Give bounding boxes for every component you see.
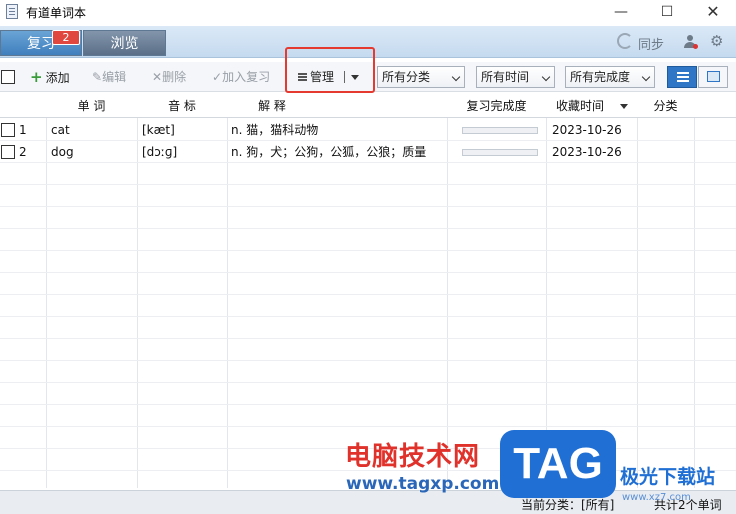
window-title: 有道单词本	[26, 6, 87, 20]
phonetic-cell: [dɔːɡ]	[142, 145, 178, 159]
notification-dot	[693, 44, 698, 49]
card-view-icon	[707, 71, 720, 82]
list-view-icon-line	[677, 80, 689, 82]
watermark-site-name: 电脑技术网	[345, 442, 481, 472]
row-divider	[0, 338, 736, 339]
plus-icon: +	[30, 68, 43, 86]
row-divider	[0, 382, 736, 383]
notebook-icon	[6, 4, 18, 19]
add-review-label: 加入复习	[222, 70, 271, 84]
close-button[interactable]: ✕	[690, 0, 736, 24]
card-view-toggle[interactable]	[698, 66, 728, 88]
review-progress-bar	[462, 149, 538, 156]
list-view-toggle[interactable]	[667, 66, 697, 88]
definition-cell: n. 狗，犬；公狗，公狐，公狼；质量	[231, 145, 427, 159]
time-filter-select[interactable]: 所有时间	[476, 66, 555, 88]
row-divider	[0, 206, 736, 207]
current-category-status: 当前分类：[所有]	[521, 498, 615, 512]
sync-button[interactable]: 同步	[638, 34, 664, 53]
table-row[interactable]: 2 dog [dɔːɡ] n. 狗，犬；公狗，公狐，公狼；质量 2023-10-…	[0, 141, 736, 163]
word-cell: cat	[51, 123, 70, 137]
date-cell: 2023-10-26	[552, 123, 622, 137]
phonetic-cell: [kæt]	[142, 123, 175, 137]
check-icon: ✓	[212, 70, 223, 84]
add-review-button[interactable]: ✓加入复习	[212, 69, 270, 85]
watermark-brand-url: www.xz7.com	[622, 492, 691, 503]
watermark-logo: TAG	[500, 430, 616, 498]
column-header-category[interactable]: 分类	[637, 95, 694, 118]
category-filter-select[interactable]: 所有分类	[377, 66, 465, 88]
edit-button[interactable]: ✎编辑	[92, 69, 126, 85]
minimize-button[interactable]: —	[598, 0, 644, 24]
watermark-brand: 极光下载站	[620, 466, 716, 488]
watermark-logo-text: TAG	[513, 439, 603, 488]
row-divider	[0, 294, 736, 295]
highlight-annotation	[285, 47, 375, 93]
table-header: 单 词 音 标 解 释 复习完成度 收藏时间 分类	[0, 95, 736, 118]
row-divider	[0, 272, 736, 273]
delete-label: 删除	[162, 70, 187, 84]
completion-filter-select[interactable]: 所有完成度	[565, 66, 655, 88]
row-divider	[0, 426, 736, 427]
add-label: 添加	[45, 71, 70, 85]
tab-browse[interactable]: 浏览	[83, 30, 166, 56]
review-progress-bar	[462, 127, 538, 134]
row-checkbox[interactable]	[1, 145, 15, 159]
word-table: 单 词 音 标 解 释 复习完成度 收藏时间 分类 1 cat [kæt] n.…	[0, 95, 736, 488]
row-divider	[0, 360, 736, 361]
sync-icon[interactable]	[617, 33, 633, 49]
definition-cell: n. 猫，猫科动物	[231, 123, 319, 137]
watermark-site-url: www.tagxp.com	[346, 474, 500, 494]
pencil-icon: ✎	[92, 70, 103, 84]
row-checkbox[interactable]	[1, 123, 15, 137]
row-divider	[0, 316, 736, 317]
edit-label: 编辑	[102, 70, 127, 84]
column-header-word[interactable]: 单 词	[46, 95, 137, 118]
column-header-progress[interactable]: 复习完成度	[447, 95, 546, 118]
word-cell: dog	[51, 145, 74, 159]
row-divider	[0, 250, 736, 251]
table-row[interactable]: 1 cat [kæt] n. 猫，猫科动物 2023-10-26	[0, 119, 736, 141]
row-divider	[0, 184, 736, 185]
add-button[interactable]: + 添加	[30, 69, 70, 85]
row-divider	[0, 228, 736, 229]
column-header-phonetic[interactable]: 音 标	[137, 95, 227, 118]
title-bar: 有道单词本 — ☐ ✕	[0, 0, 736, 24]
row-index: 1	[19, 123, 27, 137]
review-count-badge: 2	[52, 30, 80, 45]
column-header-date[interactable]: 收藏时间	[546, 95, 614, 118]
gear-icon[interactable]: ⚙	[710, 33, 723, 49]
cross-icon: ✕	[152, 70, 163, 84]
list-view-icon	[677, 72, 689, 74]
date-cell: 2023-10-26	[552, 145, 622, 159]
sort-descending-icon[interactable]	[620, 104, 628, 109]
row-divider	[0, 404, 736, 405]
column-header-definition[interactable]: 解 释	[227, 95, 317, 118]
list-view-icon-line	[677, 76, 689, 78]
row-index: 2	[19, 145, 27, 159]
select-all-checkbox[interactable]	[1, 70, 15, 84]
delete-button[interactable]: ✕删除	[152, 69, 186, 85]
maximize-button[interactable]: ☐	[644, 0, 690, 24]
